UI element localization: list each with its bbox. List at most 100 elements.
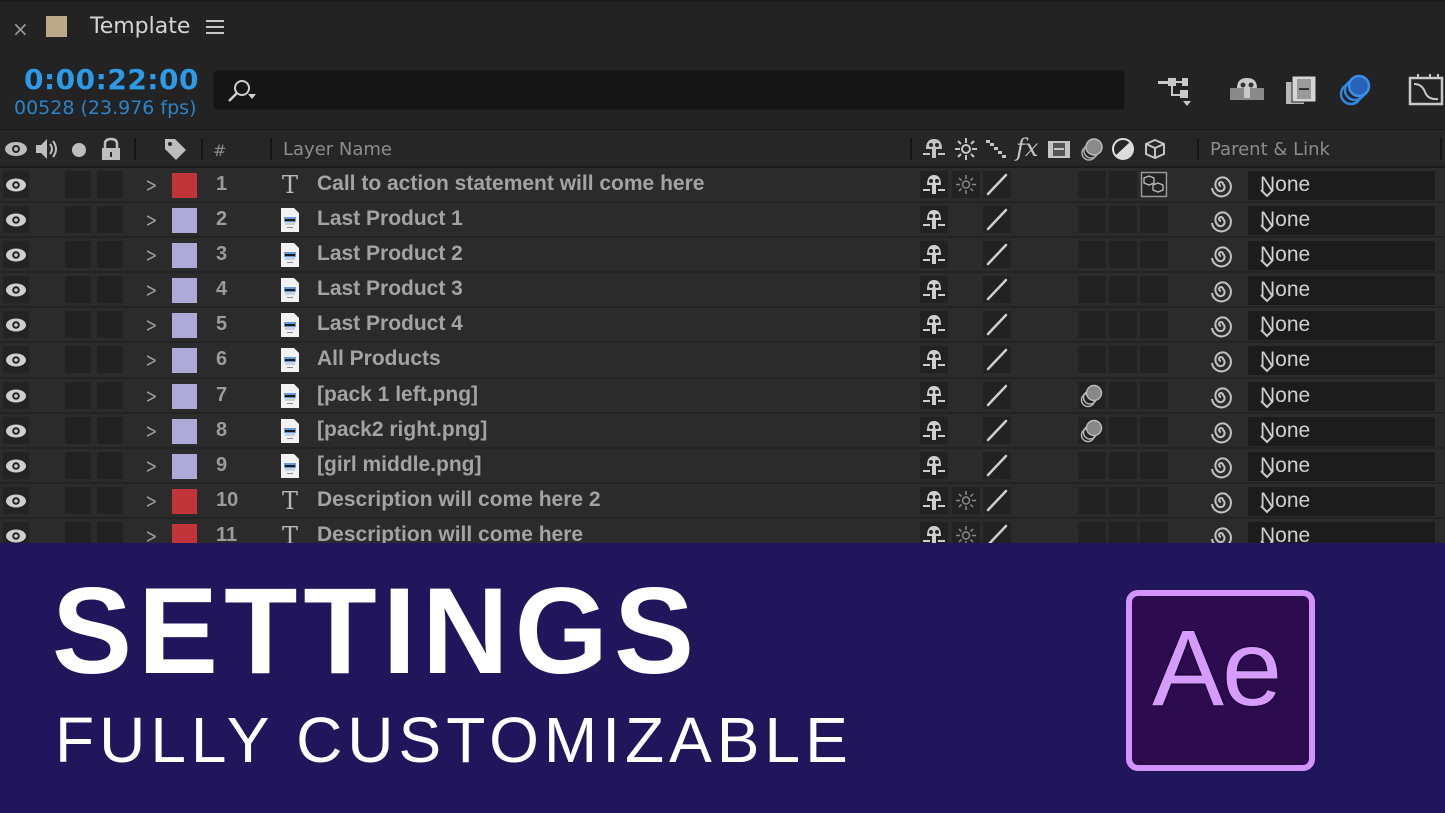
layer-row[interactable]: >4 Last Product 3 None [0,273,1445,309]
visibility-toggle[interactable] [3,521,29,543]
quality-switch[interactable] [983,311,1011,339]
layer-row[interactable]: >2 Last Product 1 None [0,203,1445,239]
quality-switch[interactable] [983,276,1011,304]
column-divider[interactable] [270,138,272,160]
visibility-toggle[interactable] [3,451,29,479]
quality-switch[interactable] [983,486,1011,514]
video-visibility-icon[interactable] [3,136,29,162]
shy-layers-icon[interactable] [1227,72,1267,108]
lock-toggle[interactable] [97,206,123,234]
frame-blending-icon[interactable] [1282,72,1322,108]
solo-toggle[interactable] [65,241,91,269]
motion-blur-switch[interactable] [1078,381,1106,409]
quality-switch[interactable] [983,416,1011,444]
motion-blur-icon[interactable] [1336,72,1376,108]
layer-name[interactable]: Call to action statement will come here [317,172,704,196]
layer-name[interactable]: [pack 1 left.png] [317,383,478,407]
parent-dropdown[interactable]: None [1248,451,1435,481]
solo-toggle[interactable] [65,276,91,304]
layer-row[interactable]: >7 [pack 1 left.png] None [0,378,1445,414]
layer-row[interactable]: >3 Last Product 2 None [0,238,1445,274]
lock-icon[interactable] [98,136,124,162]
shy-switch[interactable] [920,206,948,234]
parent-dropdown[interactable]: None [1248,206,1435,236]
quality-switch[interactable] [983,241,1011,269]
parent-dropdown[interactable]: None [1248,521,1435,543]
effects-fx-icon[interactable]: fx [1016,134,1038,162]
layer-name[interactable]: All Products [317,347,441,371]
column-divider[interactable] [1197,138,1199,160]
visibility-toggle[interactable] [3,206,29,234]
3d-layer-switch[interactable] [1140,346,1168,374]
motion-blur-switch-icon[interactable] [1079,136,1105,162]
3d-layer-switch[interactable] [1140,381,1168,409]
layer-row[interactable]: >8 [pack2 right.png] None [0,413,1445,449]
quality-switch[interactable] [983,451,1011,479]
parent-dropdown[interactable]: None [1248,311,1435,341]
layer-name[interactable]: [pack2 right.png] [317,418,487,442]
pick-whip-icon[interactable] [1207,523,1235,543]
shy-switch[interactable] [920,311,948,339]
solo-toggle[interactable] [65,346,91,374]
column-divider[interactable] [201,138,203,160]
label-color-swatch[interactable] [172,383,197,409]
label-tag-icon[interactable] [162,136,188,162]
visibility-toggle[interactable] [3,416,29,444]
expand-chevron-icon[interactable]: > [146,208,158,232]
lock-toggle[interactable] [97,486,123,514]
pick-whip-icon[interactable] [1207,383,1235,411]
3d-layer-switch[interactable] [1140,241,1168,269]
lock-toggle[interactable] [97,276,123,304]
search-icon[interactable] [226,78,256,104]
layer-row[interactable]: >6 All Products None [0,343,1445,379]
layer-search-field[interactable] [213,70,1125,110]
solo-toggle[interactable] [65,521,91,543]
hamburger-menu-icon[interactable] [206,20,224,34]
label-color-swatch[interactable] [172,418,197,444]
layer-row[interactable]: >1 T Call to action statement will come he… [0,168,1445,204]
solo-toggle[interactable] [65,206,91,234]
motion-blur-switch[interactable] [1078,486,1106,514]
parent-dropdown[interactable]: None [1248,276,1435,306]
collapse-switch[interactable] [952,486,980,514]
motion-blur-switch[interactable] [1078,416,1106,444]
label-color-swatch[interactable] [172,523,197,543]
3d-layer-icon[interactable] [1142,136,1168,162]
layer-name-header[interactable]: Layer Name [283,139,392,160]
adjustment-switch[interactable] [1109,521,1137,543]
label-color-swatch[interactable] [172,313,197,339]
layer-name[interactable]: Last Product 1 [317,207,463,231]
visibility-toggle[interactable] [3,346,29,374]
expand-chevron-icon[interactable]: > [146,384,158,408]
parent-dropdown[interactable]: None [1248,346,1435,376]
quality-switch[interactable] [983,381,1011,409]
visibility-toggle[interactable] [3,381,29,409]
label-color-swatch[interactable] [172,488,197,514]
quality-switch[interactable] [983,521,1011,543]
adjustment-switch[interactable] [1109,451,1137,479]
motion-blur-switch[interactable] [1078,171,1106,198]
adjustment-layer-icon[interactable] [1110,136,1136,162]
shy-switch[interactable] [920,241,948,269]
expand-chevron-icon[interactable]: > [146,454,158,478]
expand-chevron-icon[interactable]: > [146,524,158,543]
solo-toggle[interactable] [65,381,91,409]
parent-dropdown[interactable]: None [1248,416,1435,446]
label-color-swatch[interactable] [172,208,197,234]
expand-chevron-icon[interactable]: > [146,313,158,337]
solo-toggle[interactable] [65,486,91,514]
solo-toggle[interactable] [65,171,91,198]
pick-whip-icon[interactable] [1207,488,1235,516]
3d-layer-switch[interactable] [1140,451,1168,479]
motion-blur-switch[interactable] [1078,311,1106,339]
search-input[interactable] [262,77,1112,105]
motion-blur-switch[interactable] [1078,346,1106,374]
parent-link-header[interactable]: Parent & Link [1210,139,1330,160]
parent-dropdown[interactable]: None [1248,241,1435,271]
audio-icon[interactable] [34,136,60,162]
lock-toggle[interactable] [97,416,123,444]
layer-number-header[interactable]: # [213,141,226,160]
quality-switch[interactable] [983,346,1011,374]
collapse-switch[interactable] [952,171,980,198]
layer-name[interactable]: Last Product 4 [317,312,463,336]
